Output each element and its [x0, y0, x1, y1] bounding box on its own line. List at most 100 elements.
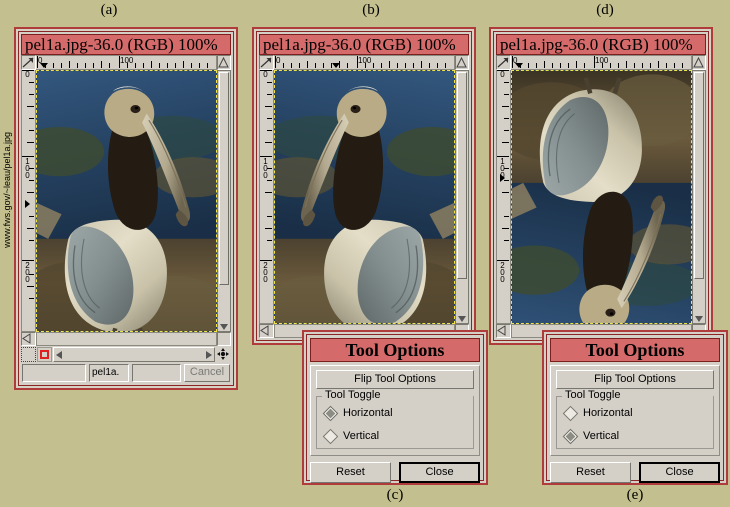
ruler-position-marker-h — [515, 63, 523, 68]
vertical-ruler-b[interactable]: 0 100 200 — [259, 70, 274, 324]
dialog-titlebar-c[interactable]: Tool Options — [310, 338, 480, 362]
image-canvas-d[interactable] — [511, 70, 692, 324]
flip-tool-options-button[interactable]: Flip Tool Options — [556, 370, 714, 389]
triangle-left-icon — [22, 333, 31, 344]
ruler-origin-button[interactable] — [21, 55, 36, 70]
image-canvas-b[interactable] — [274, 70, 455, 324]
window-frame: pel1a.jpg-36.0 (RGB) 100% 0 100 0 100 20… — [493, 31, 709, 341]
zoom-corner-button[interactable] — [455, 55, 469, 70]
vertical-ruler-a[interactable]: 0 100 200 — [21, 70, 36, 332]
image-window-a[interactable]: pel1a.jpg-36.0 (RGB) 100% 0 100 0 100 20… — [14, 27, 238, 390]
pelican-photo-flipped-horizontal — [275, 71, 454, 323]
quickmask-off-button[interactable] — [21, 347, 36, 362]
radio-horizontal-e[interactable]: Horizontal — [562, 405, 705, 421]
chevron-left-icon[interactable] — [56, 350, 62, 359]
ruler-origin-button[interactable] — [259, 55, 274, 70]
dialog-body: Flip Tool Options Tool Toggle Horizontal… — [310, 365, 480, 456]
radio-diamond-icon[interactable] — [322, 405, 339, 421]
reset-button[interactable]: Reset — [310, 462, 391, 483]
horizontal-ruler-a[interactable]: 0 100 — [36, 55, 217, 70]
radio-diamond-icon[interactable] — [322, 428, 339, 444]
radio-vertical-e[interactable]: Vertical — [562, 428, 705, 444]
scrollbar-thumb[interactable] — [219, 72, 229, 286]
unit-selector-button[interactable] — [496, 324, 511, 338]
image-window-b[interactable]: pel1a.jpg-36.0 (RGB) 100% 0 100 0 100 20… — [252, 27, 476, 345]
horizontal-ruler-b[interactable]: 0 100 — [274, 55, 455, 70]
pelican-photo-original — [37, 71, 216, 331]
triangle-up-icon — [456, 56, 467, 68]
window-statusbar-a: pel1a. Cancel — [21, 364, 231, 383]
dialog-titlebar-e[interactable]: Tool Options — [550, 338, 720, 362]
diagonal-arrow-icon — [497, 57, 509, 68]
close-button[interactable]: Close — [639, 462, 720, 483]
unit-selector-button[interactable] — [21, 332, 36, 346]
figure-label-a: (a) — [100, 2, 118, 18]
ruler-position-marker-v — [500, 174, 505, 182]
ruler-position-marker-h — [332, 63, 340, 68]
canvas-area: 0 100 0 100 200 — [496, 55, 706, 338]
tool-toggle-label: Tool Toggle — [563, 389, 623, 401]
horizontal-ruler-d[interactable]: 0 100 — [511, 55, 692, 70]
window-titlebar-b[interactable]: pel1a.jpg-36.0 (RGB) 100% — [259, 34, 469, 55]
vertical-scrollbar-a[interactable] — [217, 70, 231, 332]
window-title-text: pel1a.jpg-36.0 (RGB) 100% — [263, 35, 456, 54]
image-window-d[interactable]: pel1a.jpg-36.0 (RGB) 100% 0 100 0 100 20… — [489, 27, 713, 345]
navigation-preview-button[interactable] — [216, 347, 231, 362]
chevron-down-icon[interactable] — [458, 316, 466, 322]
triangle-left-icon — [260, 325, 269, 336]
ruler-label-h-0: 0 — [276, 56, 281, 65]
unit-selector-button[interactable] — [259, 324, 274, 338]
diagonal-arrow-icon — [260, 57, 272, 68]
window-frame: pel1a.jpg-36.0 (RGB) 100% 0 100 0 100 20… — [18, 31, 234, 386]
horizontal-scrollbar-a[interactable] — [53, 347, 215, 362]
ruler-label-v-200: 200 — [263, 261, 268, 284]
chevron-down-icon[interactable] — [695, 316, 703, 322]
cancel-button[interactable]: Cancel — [184, 364, 230, 382]
triangle-left-icon — [497, 325, 506, 336]
radio-label: Horizontal — [343, 407, 393, 419]
dialog-frame: Tool Options Flip Tool Options Tool Togg… — [306, 334, 484, 483]
tool-options-dialog-e[interactable]: Tool Options Flip Tool Options Tool Togg… — [542, 330, 728, 485]
vertical-scrollbar-d[interactable] — [692, 70, 706, 324]
pelican-photo-flipped-vertical — [512, 71, 691, 323]
ruler-label-v-0: 0 — [263, 70, 268, 79]
ruler-label-v-0: 0 — [500, 70, 505, 79]
image-canvas-a[interactable] — [36, 70, 217, 332]
radio-diamond-icon[interactable] — [562, 405, 579, 421]
chevron-down-icon[interactable] — [220, 324, 228, 330]
figure-label-d: (d) — [596, 2, 614, 18]
radio-vertical-c[interactable]: Vertical — [322, 428, 465, 444]
zoom-corner-button[interactable] — [692, 55, 706, 70]
chevron-right-icon[interactable] — [206, 350, 212, 359]
resize-grip[interactable] — [217, 332, 231, 346]
canvas-area: 0 100 0 100 200 — [21, 55, 231, 346]
status-progress — [132, 364, 181, 382]
quickmask-on-button[interactable] — [37, 347, 52, 362]
scrollbar-thumb[interactable] — [694, 72, 704, 279]
window-frame: pel1a.jpg-36.0 (RGB) 100% 0 100 0 100 20… — [256, 31, 472, 341]
vertical-ruler-d[interactable]: 0 100 200 — [496, 70, 511, 324]
vertical-scrollbar-b[interactable] — [455, 70, 469, 324]
close-button[interactable]: Close — [399, 462, 480, 483]
tool-options-dialog-c[interactable]: Tool Options Flip Tool Options Tool Togg… — [302, 330, 488, 485]
zoom-corner-button[interactable] — [217, 55, 231, 70]
triangle-up-icon — [693, 56, 704, 68]
tool-toggle-label: Tool Toggle — [323, 389, 383, 401]
canvas-area: 0 100 0 100 200 — [259, 55, 469, 338]
tool-toggle-group: Tool Toggle Horizontal Vertical — [316, 389, 474, 449]
radio-horizontal-c[interactable]: Horizontal — [322, 405, 465, 421]
flip-tool-options-button[interactable]: Flip Tool Options — [316, 370, 474, 389]
window-titlebar-a[interactable]: pel1a.jpg-36.0 (RGB) 100% — [21, 34, 231, 55]
radio-diamond-icon[interactable] — [562, 428, 579, 444]
figure-label-c: (c) — [386, 487, 404, 503]
window-titlebar-d[interactable]: pel1a.jpg-36.0 (RGB) 100% — [496, 34, 706, 55]
scrollbar-thumb[interactable] — [457, 72, 467, 279]
ruler-label-v-0: 0 — [25, 70, 30, 79]
reset-button[interactable]: Reset — [550, 462, 631, 483]
ruler-position-marker-h — [40, 63, 48, 68]
window-bottom-toolbar-a — [21, 347, 231, 362]
ruler-origin-button[interactable] — [496, 55, 511, 70]
radio-label: Vertical — [583, 430, 620, 442]
triangle-up-icon — [218, 56, 229, 68]
dialog-body: Flip Tool Options Tool Toggle Horizontal… — [550, 365, 720, 456]
